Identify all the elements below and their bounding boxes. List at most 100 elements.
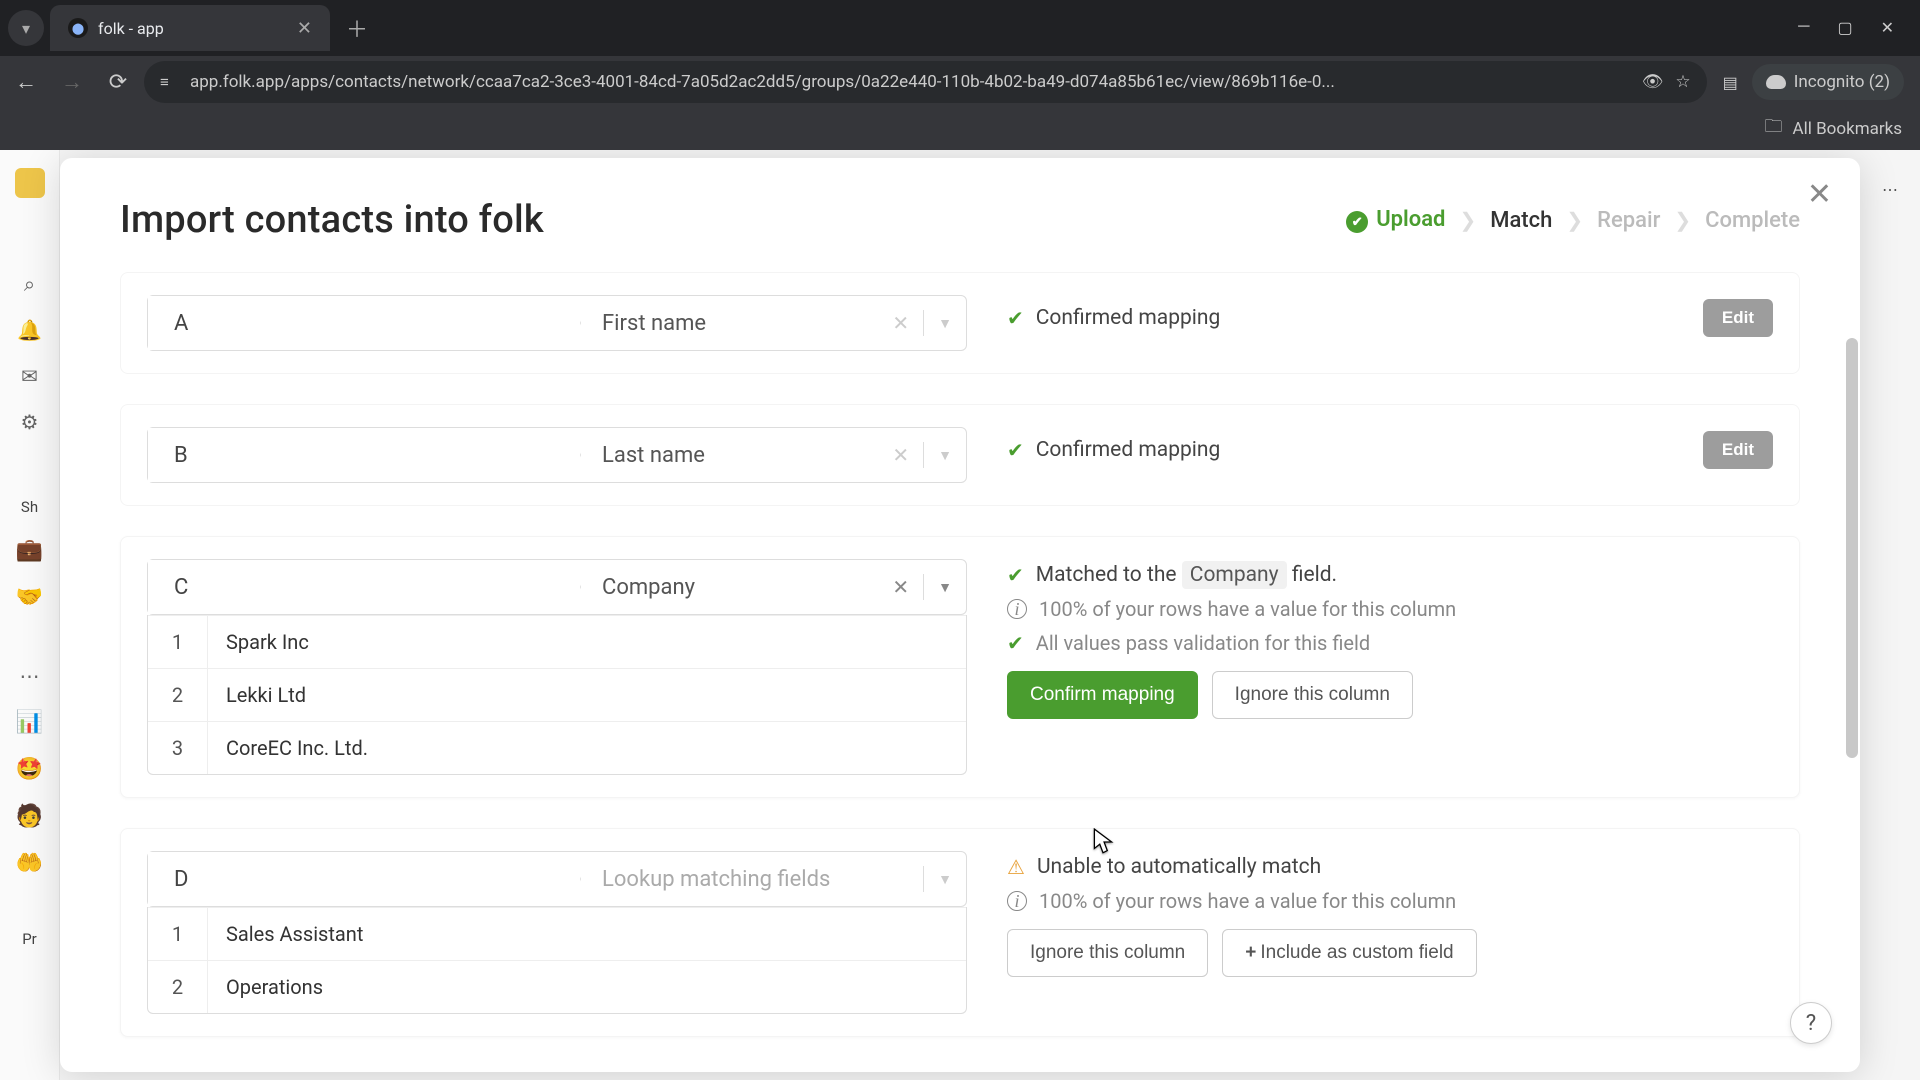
column-card: D Lookup matching fields ▼ 1 Sales Assis… (120, 828, 1800, 1037)
row-index: 1 (148, 616, 208, 668)
table-row: 2 Lekki Ltd (148, 668, 966, 721)
matched-field-pill: Company (1182, 561, 1287, 589)
mapped-field-select[interactable]: Lookup matching fields (568, 852, 909, 906)
site-info-icon[interactable]: ≡ (160, 73, 178, 91)
toolbar-right: ▤ Incognito (2) (1715, 64, 1912, 100)
info-icon: i (1007, 599, 1027, 619)
scrollbar-thumb[interactable] (1846, 338, 1858, 758)
edit-button[interactable]: Edit (1703, 299, 1773, 337)
unmatched-status: ⚠ Unable to automatically match (1007, 855, 1773, 879)
incognito-icon (1766, 75, 1786, 89)
maximize-icon[interactable]: ▢ (1837, 18, 1852, 38)
reload-button[interactable]: ⟳ (100, 64, 136, 100)
browser-tab[interactable]: ⬤ folk - app ✕ (50, 5, 330, 51)
check-icon: ✔ (1007, 438, 1024, 462)
row-index: 3 (148, 722, 208, 774)
step-complete: Complete (1705, 208, 1800, 233)
tabs-area: ⬤ folk - app ✕ ＋ (50, 5, 1798, 51)
all-bookmarks-link[interactable]: All Bookmarks (1793, 119, 1902, 139)
incognito-badge[interactable]: Incognito (2) (1752, 64, 1904, 100)
check-icon: ✔ (1007, 306, 1024, 330)
confirmed-status: ✔ Confirmed mapping (1007, 438, 1220, 462)
mapped-field-select[interactable]: Company (568, 560, 878, 614)
close-icon[interactable]: ✕ (1807, 180, 1832, 210)
incognito-label: Incognito (2) (1794, 72, 1890, 92)
bookmark-star-icon[interactable]: ☆ (1675, 72, 1690, 92)
modal-body: A First name ✕ ▼ ✔ Confirmed ma (60, 262, 1860, 1072)
edit-button[interactable]: Edit (1703, 431, 1773, 469)
ignore-column-button[interactable]: Ignore this column (1007, 929, 1208, 977)
preview-table: 1 Sales Assistant 2 Operations (147, 907, 967, 1014)
table-row: 3 CoreEC Inc. Ltd. (148, 721, 966, 774)
chevron-right-icon: ❯ (1459, 208, 1476, 232)
tab-search-button[interactable]: ▾ (8, 10, 44, 46)
chevron-right-icon: ❯ (1674, 208, 1691, 232)
chevron-down-icon[interactable]: ▼ (938, 871, 952, 888)
matched-prefix: Matched to the (1036, 563, 1177, 587)
column-letter: D (148, 852, 568, 906)
row-value: Operations (208, 961, 966, 1013)
back-button[interactable]: ← (8, 64, 44, 100)
info-icon: i (1007, 891, 1027, 911)
modal-overlay: ✕ Import contacts into folk Upload ❯ Mat… (0, 150, 1920, 1080)
clear-icon[interactable]: ✕ (892, 575, 909, 599)
row-value: Spark Inc (208, 616, 966, 668)
plus-icon: + (1245, 942, 1256, 963)
clear-icon[interactable]: ✕ (892, 311, 909, 335)
step-upload: Upload (1346, 207, 1445, 234)
table-row: 1 Spark Inc (148, 615, 966, 668)
step-repair: Repair (1597, 208, 1660, 233)
folder-icon: 🗀 (1765, 114, 1783, 144)
tab-title: folk - app (98, 19, 287, 38)
column-header-row: B Last name ✕ ▼ (147, 427, 967, 483)
confirmed-text: Confirmed mapping (1036, 438, 1221, 462)
step-match: Match (1490, 208, 1552, 233)
rows-info-text: 100% of your rows have a value for this … (1039, 597, 1456, 621)
mapped-field-select[interactable]: Last name (568, 428, 878, 482)
rows-info-text: 100% of your rows have a value for this … (1039, 889, 1456, 913)
column-header-row: A First name ✕ ▼ (147, 295, 967, 351)
ignore-column-button[interactable]: Ignore this column (1212, 671, 1413, 719)
address-bar[interactable]: ≡ app.folk.app/apps/contacts/network/cca… (144, 61, 1707, 103)
side-panel-icon[interactable]: ▤ (1723, 73, 1738, 92)
matched-status: ✔ Matched to the Company field. (1007, 563, 1773, 587)
mapped-field-select[interactable]: First name (568, 296, 878, 350)
minimize-icon[interactable]: ─ (1798, 18, 1809, 38)
confirmed-text: Confirmed mapping (1036, 306, 1221, 330)
check-icon: ✔ (1007, 631, 1024, 655)
rows-info: i 100% of your rows have a value for thi… (1007, 597, 1773, 621)
column-letter: B (148, 428, 568, 482)
table-row: 1 Sales Assistant (148, 907, 966, 960)
column-card: B Last name ✕ ▼ ✔ Confirmed map (120, 404, 1800, 506)
close-window-icon[interactable]: ✕ (1881, 18, 1894, 38)
row-value: Lekki Ltd (208, 669, 966, 721)
row-value: CoreEC Inc. Ltd. (208, 722, 966, 774)
action-row: Ignore this column +Include as custom fi… (1007, 929, 1773, 977)
page-area: ⌕ 🔔 ✉ ⚙ Sh 💼 🤝 ⋯ 📊 🤩 🧑 🤲 Pr ⋯ ✕ Import c… (0, 150, 1920, 1080)
include-custom-label: Include as custom field (1260, 942, 1453, 963)
help-icon: ? (1806, 1011, 1816, 1036)
clear-icon[interactable]: ✕ (892, 443, 909, 467)
check-icon: ✔ (1007, 563, 1024, 587)
action-row: Confirm mapping Ignore this column (1007, 671, 1773, 719)
matched-suffix: field. (1292, 563, 1337, 587)
row-value: Sales Assistant (208, 908, 966, 960)
include-custom-field-button[interactable]: +Include as custom field (1222, 929, 1476, 977)
chevron-down-icon[interactable]: ▼ (938, 447, 952, 464)
row-index: 1 (148, 908, 208, 960)
validation-text: All values pass validation for this fiel… (1036, 631, 1370, 655)
new-tab-button[interactable]: ＋ (332, 12, 382, 44)
tab-close-icon[interactable]: ✕ (297, 18, 312, 39)
browser-tab-strip: ▾ ⬤ folk - app ✕ ＋ ─ ▢ ✕ (0, 0, 1920, 56)
row-index: 2 (148, 961, 208, 1013)
chevron-right-icon: ❯ (1566, 208, 1583, 232)
help-button[interactable]: ? (1790, 1002, 1832, 1044)
confirmed-status: ✔ Confirmed mapping (1007, 306, 1220, 330)
eye-off-icon[interactable]: 👁 (1642, 72, 1664, 92)
window-controls: ─ ▢ ✕ (1798, 18, 1912, 38)
unmatched-text: Unable to automatically match (1037, 855, 1321, 879)
url-text: app.folk.app/apps/contacts/network/ccaa7… (190, 72, 1630, 92)
chevron-down-icon[interactable]: ▼ (938, 315, 952, 332)
chevron-down-icon[interactable]: ▼ (938, 579, 952, 596)
confirm-mapping-button[interactable]: Confirm mapping (1007, 671, 1198, 719)
